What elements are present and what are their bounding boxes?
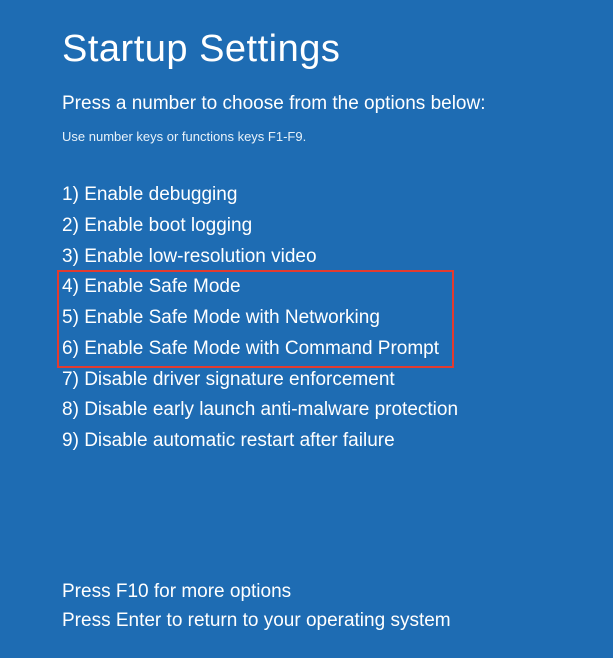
options-list: 1) Enable debugging 2) Enable boot loggi… (62, 180, 458, 457)
option-label: Disable early launch anti-malware protec… (84, 399, 458, 420)
option-7-disable-driver-sig[interactable]: 7) Disable driver signature enforcement (62, 365, 458, 396)
option-number: 4) (62, 276, 79, 297)
option-label: Disable driver signature enforcement (84, 369, 395, 390)
option-label: Enable Safe Mode (84, 276, 240, 297)
option-number: 8) (62, 399, 79, 420)
footer-return: Press Enter to return to your operating … (62, 606, 613, 635)
instruction-text: Press a number to choose from the option… (62, 93, 613, 115)
footer-more-options: Press F10 for more options (62, 577, 613, 606)
option-5-safe-mode-networking[interactable]: 5) Enable Safe Mode with Networking (62, 303, 458, 334)
option-number: 1) (62, 184, 79, 205)
option-label: Disable automatic restart after failure (84, 430, 394, 451)
footer: Press F10 for more options Press Enter t… (62, 577, 613, 636)
option-number: 2) (62, 215, 79, 236)
option-3-low-res-video[interactable]: 3) Enable low-resolution video (62, 242, 458, 273)
option-2-boot-logging[interactable]: 2) Enable boot logging (62, 211, 458, 242)
option-8-disable-antimalware[interactable]: 8) Disable early launch anti-malware pro… (62, 395, 458, 426)
option-number: 9) (62, 430, 79, 451)
option-label: Enable low-resolution video (84, 246, 316, 267)
option-4-safe-mode[interactable]: 4) Enable Safe Mode (62, 272, 458, 303)
page-title: Startup Settings (62, 28, 613, 71)
option-label: Enable debugging (84, 184, 237, 205)
option-label: Enable Safe Mode with Command Prompt (84, 338, 439, 359)
hint-text: Use number keys or functions keys F1-F9. (62, 129, 613, 144)
option-number: 7) (62, 369, 79, 390)
option-6-safe-mode-cmd[interactable]: 6) Enable Safe Mode with Command Prompt (62, 334, 458, 365)
option-1-debugging[interactable]: 1) Enable debugging (62, 180, 458, 211)
option-number: 6) (62, 338, 79, 359)
option-label: Enable boot logging (84, 215, 252, 236)
option-9-disable-auto-restart[interactable]: 9) Disable automatic restart after failu… (62, 426, 458, 457)
option-label: Enable Safe Mode with Networking (84, 307, 380, 328)
option-number: 3) (62, 246, 79, 267)
option-number: 5) (62, 307, 79, 328)
